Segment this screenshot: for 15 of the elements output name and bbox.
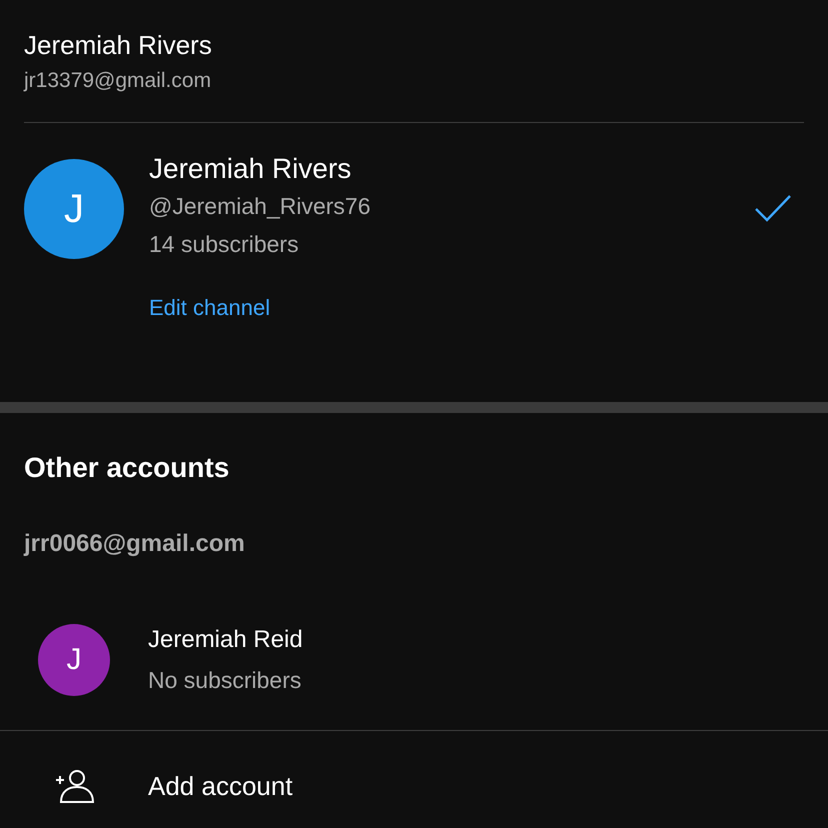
channel-avatar: J [24, 159, 124, 259]
account-name: Jeremiah Rivers [24, 29, 213, 62]
add-person-icon [55, 769, 97, 803]
subscriber-count: 14 subscribers [149, 230, 300, 259]
channel-name: Jeremiah Reid [148, 624, 304, 654]
section-title: Other accounts [23, 451, 230, 485]
channel-name: Jeremiah Rivers [149, 152, 352, 186]
edit-channel-link[interactable]: Edit channel [149, 293, 270, 323]
channel-item[interactable]: J Jeremiah Reid No subscribers [0, 559, 828, 730]
channel-avatar: J [38, 624, 110, 696]
account-email: jr13379@gmail.com [24, 68, 212, 94]
add-account-item[interactable]: Add account [0, 731, 828, 803]
channel-handle: @Jeremiah_Rivers76 [149, 192, 372, 221]
subscriber-count: No subscribers [148, 666, 302, 694]
account-email: jrr0066@gmail.com [22, 529, 246, 559]
